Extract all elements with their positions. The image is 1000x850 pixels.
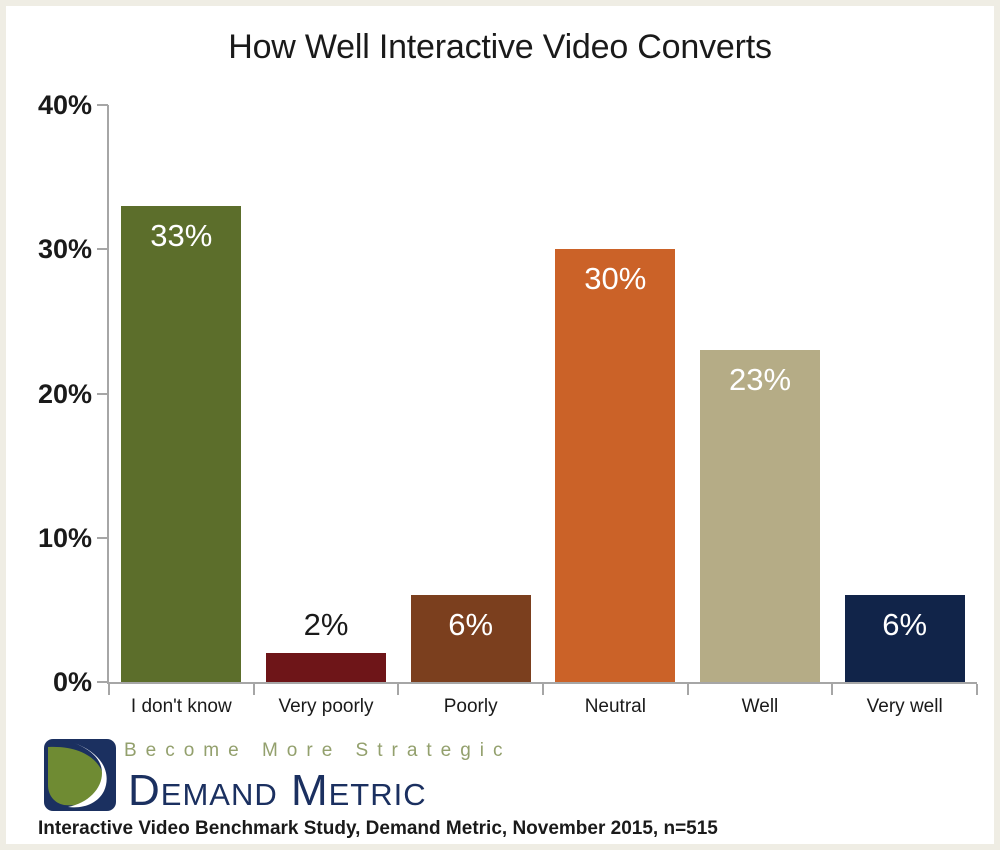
category-label: Neutral — [584, 696, 646, 717]
chart-source-line: Interactive Video Benchmark Study, Deman… — [38, 818, 718, 839]
category-label: Very poorly — [278, 696, 374, 717]
bar-very-poorly[interactable] — [266, 653, 386, 682]
x-axis-tick — [686, 684, 689, 695]
category-label: Very well — [866, 696, 943, 717]
chart-plot-area: 0% 10% 20% 30% 40% 33% 2% 6% 30% 23% 6% I don't k… — [6, 6, 994, 726]
x-axis-tick — [976, 684, 978, 695]
bar-neutral[interactable] — [555, 249, 676, 682]
x-axis-tick — [252, 684, 255, 695]
category-label: Poorly — [443, 696, 498, 717]
x-axis-tick — [108, 684, 110, 695]
bar-well[interactable] — [700, 350, 820, 682]
bar-value-label: 30% — [584, 261, 647, 297]
demand-metric-logo-icon — [44, 739, 116, 811]
logo-wordmark: Demand Metric — [128, 766, 427, 815]
category-label: I don't know — [130, 696, 232, 717]
x-axis-tick — [831, 684, 834, 695]
bar-i-don-t-know[interactable] — [121, 205, 242, 682]
logo-tagline: Become More Strategic — [124, 740, 512, 761]
x-axis-tick — [542, 684, 544, 695]
bars-layer — [6, 6, 994, 682]
slide-canvas: How Well Interactive Video Converts 0% 10… — [6, 6, 994, 844]
bar-value-label: 6% — [882, 607, 928, 643]
bar-value-label: 33% — [150, 217, 213, 253]
bar-value-label: 2% — [303, 607, 349, 643]
bar-value-label: 23% — [728, 362, 792, 398]
footer: Become More Strategic Demand Metric Inte… — [6, 728, 994, 844]
bar-value-label: 6% — [448, 607, 494, 643]
category-label: Well — [741, 696, 779, 717]
x-axis-tick — [397, 684, 400, 695]
